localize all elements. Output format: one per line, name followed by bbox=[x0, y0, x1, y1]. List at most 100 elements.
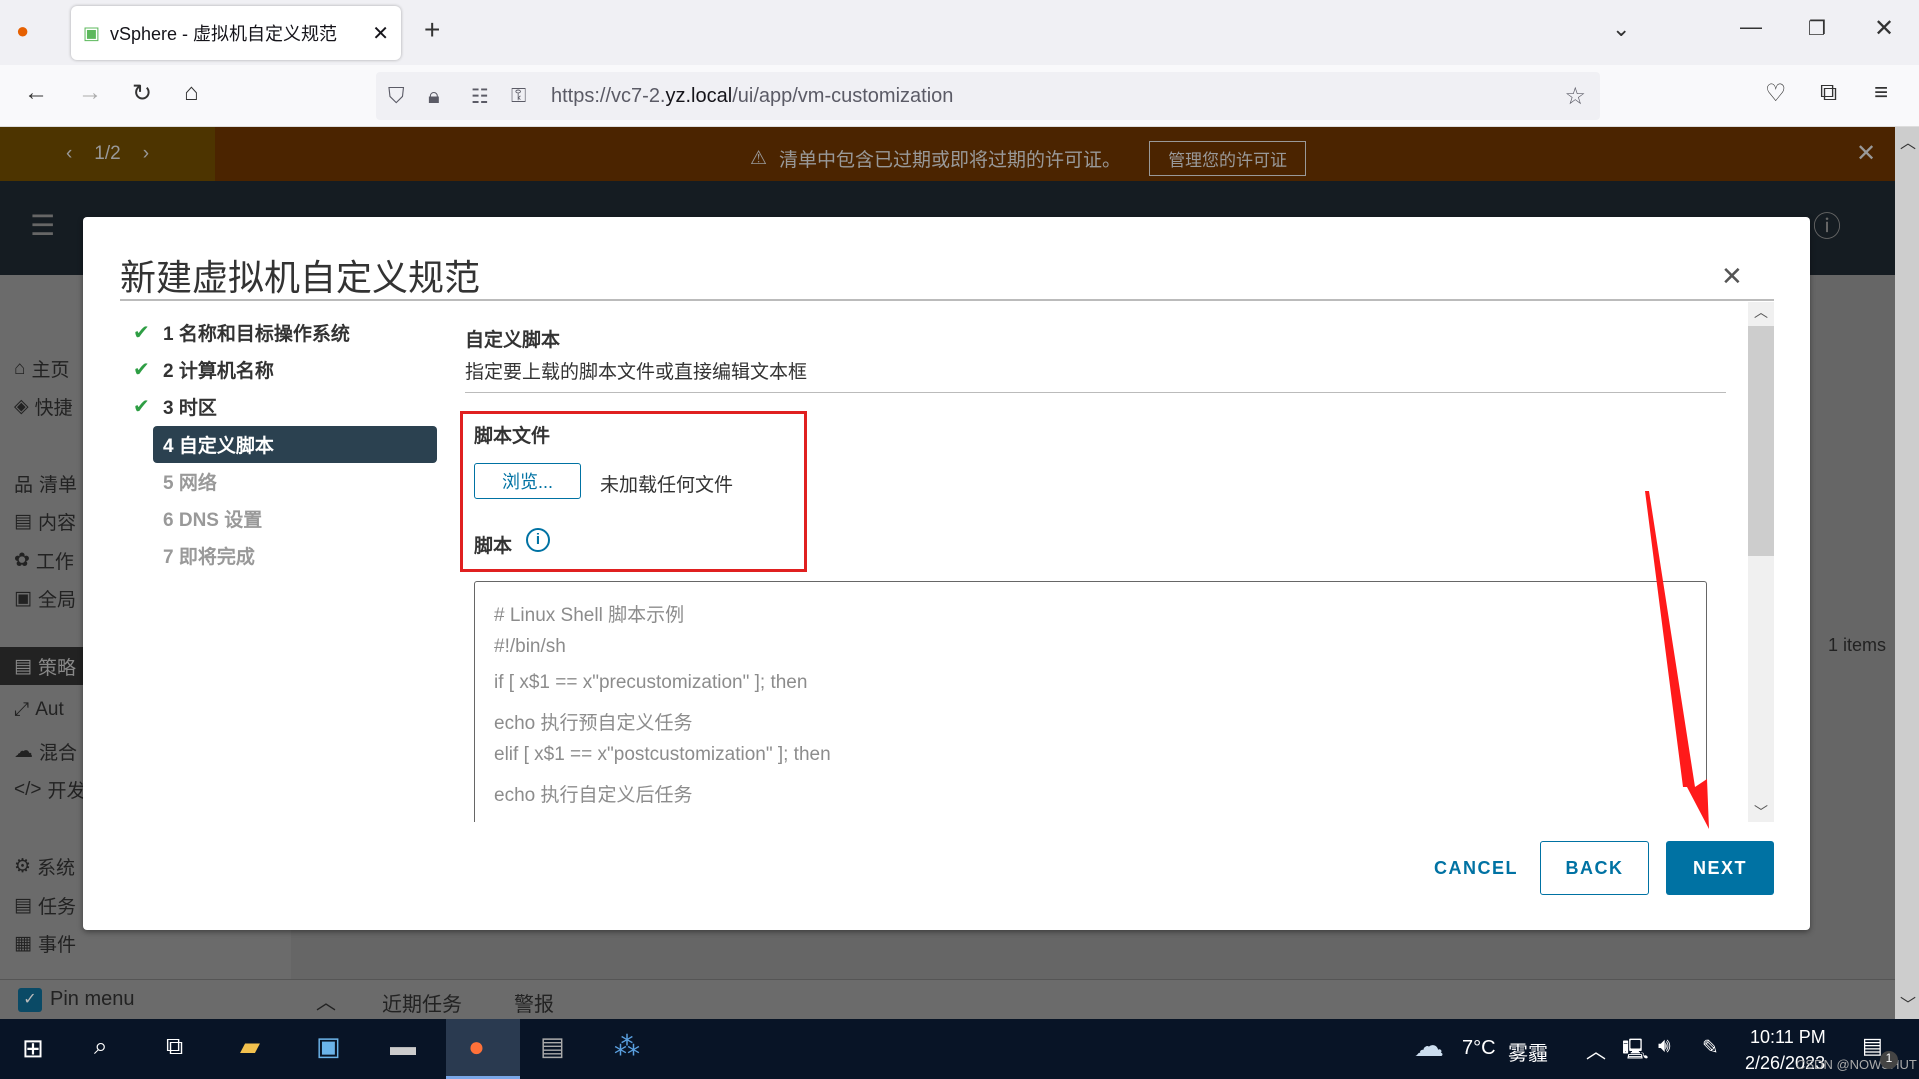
network-app-icon[interactable]: ⁂ bbox=[614, 1031, 640, 1062]
bottom-panel: ✓ Pin menu ︿ 近期任务 警报 bbox=[0, 979, 1895, 1019]
menu-icon[interactable]: ≡ bbox=[1874, 79, 1888, 107]
reload-icon[interactable]: ↻ bbox=[132, 79, 152, 108]
sidebar-item[interactable]: ▤ 任务 bbox=[14, 892, 76, 919]
firefox-icon[interactable]: ● bbox=[16, 18, 29, 44]
restore-icon[interactable]: ❐ bbox=[1808, 16, 1826, 41]
page-scrollbar[interactable]: ︿ ﹀ bbox=[1895, 127, 1919, 1019]
step-label: 5 网络 bbox=[163, 473, 217, 494]
sidebar-item[interactable]: ☁ 混合 bbox=[14, 738, 77, 765]
close-banner-icon[interactable]: ✕ bbox=[1856, 139, 1876, 168]
clock-time[interactable]: 10:11 PM bbox=[1750, 1027, 1826, 1048]
scroll-up-icon[interactable]: ︿ bbox=[1754, 302, 1768, 322]
browse-button[interactable]: 浏览... bbox=[474, 463, 581, 499]
global-icon: ▣ bbox=[14, 588, 32, 609]
pin-menu-checkbox[interactable]: ✓ bbox=[18, 988, 42, 1012]
back-button[interactable]: BACK bbox=[1540, 841, 1649, 895]
expand-panel-icon[interactable]: ︿ bbox=[316, 986, 336, 1015]
close-dialog-icon[interactable]: ✕ bbox=[1721, 261, 1743, 292]
scroll-down-icon[interactable]: ﹀ bbox=[1754, 802, 1768, 822]
browser-tab[interactable]: ▣ vSphere - 虚拟机自定义规范 ✕ bbox=[71, 6, 401, 60]
windows-start-icon[interactable]: ⊞ bbox=[22, 1033, 44, 1064]
step-3[interactable]: ✔ 3 时区 bbox=[133, 388, 217, 425]
step-4-active[interactable]: 4 自定义脚本 bbox=[153, 426, 437, 463]
step-label: 3 时区 bbox=[163, 398, 217, 419]
scroll-down-icon[interactable]: ﹀ bbox=[1900, 991, 1916, 1015]
extensions-icon[interactable]: ⧉ bbox=[1820, 79, 1837, 107]
key-icon[interactable]: ⚿ bbox=[511, 85, 526, 108]
tab-title: vSphere - 虚拟机自定义规范 bbox=[110, 24, 338, 44]
help-icon[interactable]: ⓘ bbox=[1813, 205, 1841, 245]
info-icon[interactable]: i bbox=[526, 528, 550, 552]
auto-deploy-icon: ⤢ bbox=[14, 699, 30, 720]
task-view-icon[interactable]: ⧉ bbox=[166, 1033, 183, 1061]
sidebar-item[interactable]: ▤ 内容 bbox=[14, 508, 76, 535]
section-divider bbox=[465, 392, 1726, 393]
recent-tasks-tab[interactable]: 近期任务 bbox=[382, 988, 462, 1017]
next-icon[interactable]: › bbox=[143, 143, 149, 165]
control-panel-icon[interactable]: ▣ bbox=[316, 1031, 341, 1062]
url-bar[interactable]: ⛉ 🔒︎ ☷ ⚿ https://vc7-2. yz.local/ui/app/v… bbox=[376, 72, 1600, 120]
next-button[interactable]: NEXT bbox=[1666, 841, 1774, 895]
sidebar-item[interactable]: 品清单 bbox=[14, 470, 77, 497]
hamburger-icon[interactable]: ☰ bbox=[30, 209, 55, 242]
bookmark-star-icon[interactable]: ☆ bbox=[1564, 82, 1586, 111]
prev-icon[interactable]: ‹ bbox=[66, 143, 72, 165]
volume-icon[interactable]: 🔊︎ bbox=[1658, 1035, 1671, 1058]
step-label: 4 自定义脚本 bbox=[163, 436, 274, 457]
file-explorer-icon[interactable]: ▰ bbox=[240, 1031, 260, 1062]
url-path: /ui/app/vm-customization bbox=[732, 84, 954, 107]
sidebar-label: Aut bbox=[35, 699, 64, 720]
pen-icon[interactable]: ✎ bbox=[1702, 1035, 1719, 1060]
permissions-icon[interactable]: ☷ bbox=[471, 84, 489, 109]
terminal-icon[interactable]: ▬ bbox=[390, 1031, 416, 1062]
close-tab-icon[interactable]: ✕ bbox=[372, 21, 389, 46]
sidebar-label: 主页 bbox=[31, 360, 70, 381]
title-divider bbox=[120, 299, 1774, 301]
scroll-up-icon[interactable]: ︿ bbox=[1900, 129, 1916, 153]
sidebar-item[interactable]: ▣ 全局 bbox=[14, 585, 76, 612]
script-file-label: 脚本文件 bbox=[474, 426, 551, 447]
home-icon[interactable]: ⌂ bbox=[184, 79, 199, 107]
cancel-button[interactable]: CANCEL bbox=[1421, 841, 1531, 895]
sidebar-item[interactable]: ▦ 事件 bbox=[14, 930, 76, 957]
forward-icon[interactable]: → bbox=[78, 79, 102, 107]
sidebar-label: 任务 bbox=[37, 897, 76, 918]
customization-wizard-dialog: 新建虚拟机自定义规范 ✕ ✔ 1 名称和目标操作系统 ✔ 2 计算机名称 ✔ 3 时区… bbox=[83, 217, 1810, 930]
url-prefix: https://vc7-2. bbox=[551, 84, 666, 107]
sidebar-label: 工作 bbox=[35, 552, 74, 573]
sidebar-item[interactable]: ✿ 工作 bbox=[14, 547, 74, 574]
vsphere-favicon-icon: ▣ bbox=[83, 22, 101, 43]
step-2[interactable]: ✔ 2 计算机名称 bbox=[133, 351, 274, 388]
watermark: CSDN @NOWSHUT bbox=[1796, 1057, 1917, 1072]
step-label: 7 即将完成 bbox=[163, 547, 255, 568]
firefox-taskbar-button[interactable]: ● bbox=[446, 1019, 520, 1079]
pin-menu-label: Pin menu bbox=[50, 988, 135, 1010]
network-icon[interactable]: 🖳︎ bbox=[1622, 1035, 1649, 1069]
shield-icon[interactable]: ⛉ bbox=[388, 83, 405, 109]
close-window-icon[interactable]: ✕ bbox=[1874, 14, 1894, 43]
putty-icon[interactable]: ▤ bbox=[540, 1031, 565, 1062]
sidebar-item[interactable]: ⤢ Aut bbox=[14, 699, 64, 721]
new-tab-icon[interactable]: + bbox=[424, 14, 440, 46]
scrollbar-thumb[interactable] bbox=[1748, 326, 1774, 556]
lock-icon[interactable]: 🔒︎ bbox=[428, 83, 440, 109]
content-scrollbar[interactable]: ︿ ﹀ bbox=[1748, 302, 1774, 822]
pager-text: 1/2 bbox=[94, 143, 121, 164]
script-textarea[interactable]: # Linux Shell 脚本示例 #!/bin/sh if [ x$1 ==… bbox=[474, 581, 1707, 822]
sidebar-label: 全局 bbox=[37, 590, 76, 611]
tray-chevron-icon[interactable]: ︿ bbox=[1586, 1035, 1606, 1064]
sidebar-item[interactable]: ⌂ 主页 bbox=[14, 355, 70, 382]
sidebar-item[interactable]: </> 开发 bbox=[14, 776, 86, 803]
step-1[interactable]: ✔ 1 名称和目标操作系统 bbox=[133, 314, 350, 351]
tab-list-chevron-icon[interactable]: ⌄ bbox=[1612, 16, 1630, 42]
sidebar-item[interactable]: ⚙ 系统 bbox=[14, 853, 75, 880]
notification-icon[interactable]: ▤ bbox=[1862, 1033, 1883, 1059]
sidebar-item[interactable]: ◈ 快捷 bbox=[14, 393, 73, 420]
sidebar-label: 系统 bbox=[37, 858, 76, 879]
minimize-icon[interactable]: — bbox=[1740, 14, 1762, 40]
back-icon[interactable]: ← bbox=[24, 79, 48, 107]
manage-license-button[interactable]: 管理您的许可证 bbox=[1149, 141, 1307, 176]
search-icon[interactable]: ⌕ bbox=[94, 1033, 107, 1061]
pocket-icon[interactable]: ♡ bbox=[1765, 79, 1787, 108]
alarms-tab[interactable]: 警报 bbox=[514, 988, 554, 1017]
